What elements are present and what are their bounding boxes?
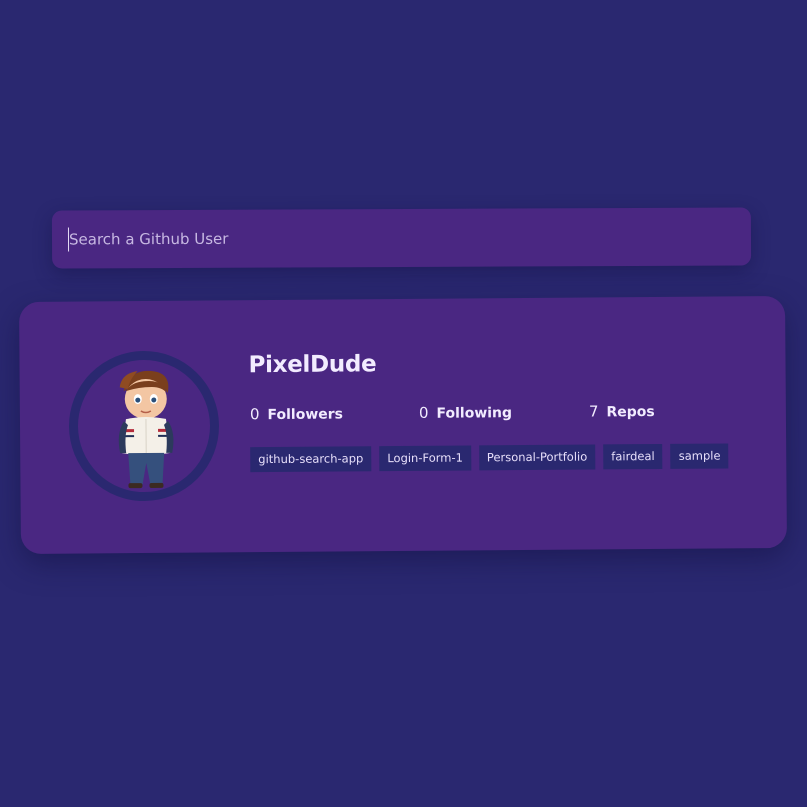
search-input[interactable] [67, 224, 752, 252]
search-box[interactable] [51, 207, 752, 269]
following-label: Following [436, 405, 513, 422]
followers-label: Followers [267, 406, 344, 424]
repo-list: github-search-app Login-Form-1 Personal-… [250, 443, 729, 473]
repo-link[interactable]: fairdeal [603, 443, 663, 470]
following-count: 0 [418, 403, 429, 422]
followers-stat: 0 Followers [250, 404, 343, 423]
stats-row: 0 Followers 0 Following 7 Repos [250, 401, 750, 429]
repo-link[interactable]: github-search-app [250, 446, 372, 473]
avatar-image [118, 370, 174, 489]
following-stat: 0 Following [419, 403, 512, 422]
repos-label: Repos [606, 404, 655, 421]
profile-card: PixelDude 0 Followers 0 Following 7 Repos g… [19, 295, 787, 555]
repo-link[interactable]: Login-Form-1 [379, 445, 471, 472]
repo-link[interactable]: sample [670, 443, 729, 469]
avatar [68, 350, 220, 502]
followers-count: 0 [249, 405, 260, 424]
repos-stat: 7 Repos [588, 402, 655, 421]
repo-link[interactable]: Personal-Portfolio [478, 444, 596, 471]
repos-count: 7 [588, 402, 599, 421]
username: PixelDude [248, 351, 377, 379]
